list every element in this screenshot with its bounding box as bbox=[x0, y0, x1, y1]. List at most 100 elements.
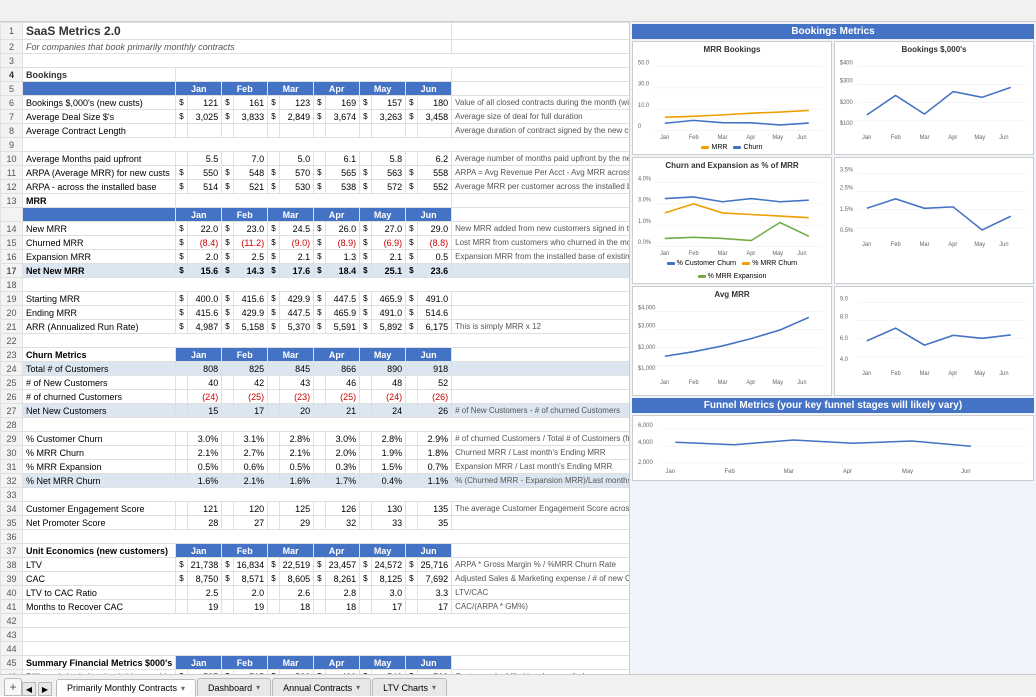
bookings-row-2: 7 Average Deal Size $'s $3,025 $3,833 $2… bbox=[1, 110, 631, 124]
svg-text:6,000: 6,000 bbox=[638, 423, 653, 429]
toolbar bbox=[0, 0, 1036, 22]
pct-net-mrr-churn: 32 % Net MRR Churn 1.6% 2.1% 1.6% 1.7% 0… bbox=[1, 474, 631, 488]
churn-expansion-chart: Churn and Expansion as % of MRR 4.0% 3.0… bbox=[632, 157, 832, 284]
bookings-header-row: 4 Bookings bbox=[1, 68, 631, 82]
row-28: 28 bbox=[1, 418, 631, 432]
charts-panel: Bookings Metrics MRR Bookings 50.0 30.0 … bbox=[630, 22, 1036, 674]
svg-text:May: May bbox=[902, 469, 913, 474]
tab-ltv-charts[interactable]: LTV Charts ▾ bbox=[372, 678, 447, 696]
main-area: 1 SaaS Metrics 2.0 2 For companies that … bbox=[0, 22, 1036, 674]
row-num-1: 1 bbox=[1, 23, 23, 40]
tab-chevron-2: ▾ bbox=[256, 683, 260, 692]
tab-nav-left[interactable]: ◀ bbox=[22, 682, 36, 696]
svg-text:$3,000: $3,000 bbox=[638, 323, 656, 329]
svg-text:4.0%: 4.0% bbox=[638, 176, 652, 182]
bookings-note-col bbox=[452, 82, 630, 96]
svg-text:Apr: Apr bbox=[948, 242, 957, 248]
svg-text:Jan: Jan bbox=[862, 135, 871, 141]
bookings-svg: $400 $300 $200 $100 Jan Feb Mar Apr May … bbox=[838, 56, 1030, 141]
svg-text:4.0: 4.0 bbox=[840, 357, 849, 363]
tab-dashboard-label: Dashboard bbox=[208, 683, 252, 693]
svg-text:10.0: 10.0 bbox=[638, 103, 650, 109]
tab-primarily-monthly[interactable]: Primarily Monthly Contracts ▾ bbox=[56, 679, 196, 697]
row-num-6: 6 bbox=[1, 96, 23, 110]
bookings-chart-title: Bookings $,000's bbox=[838, 45, 1030, 54]
svg-text:Feb: Feb bbox=[891, 242, 902, 248]
bookings-row-3: 8 Average Contract Length Average durati… bbox=[1, 124, 631, 138]
months-recover: 41 Months to Recover CAC 19 19 18 18 17 … bbox=[1, 600, 631, 614]
svg-text:Apr: Apr bbox=[746, 251, 755, 257]
funnel-svg: 6,000 4,000 2,000 Jan Feb Mar Apr May Ju… bbox=[636, 419, 1030, 474]
row-9: 9 bbox=[1, 138, 631, 152]
bookings-header-empty bbox=[176, 68, 452, 82]
ltv: 38 LTV $21,738 $16,834 $22,519 $23,457 $… bbox=[1, 558, 631, 572]
subtitle-empty bbox=[452, 40, 630, 54]
svg-text:Feb: Feb bbox=[689, 251, 700, 257]
mrr-new: 14 New MRR $22.0 $23.0 $24.5 $26.0 $27.0… bbox=[1, 222, 631, 236]
svg-text:Jun: Jun bbox=[797, 135, 806, 141]
svg-text:$400: $400 bbox=[840, 60, 853, 66]
svg-text:Jun: Jun bbox=[999, 371, 1008, 377]
svg-text:Feb: Feb bbox=[689, 380, 700, 386]
tab-nav-right[interactable]: ▶ bbox=[38, 682, 52, 696]
tab-dashboard[interactable]: Dashboard ▾ bbox=[197, 678, 271, 696]
legend-mrr: MRR bbox=[701, 144, 727, 151]
svg-text:1.0%: 1.0% bbox=[638, 219, 652, 225]
churn-header: 23 Churn Metrics Jan Feb Mar Apr May Jun bbox=[1, 348, 631, 362]
row-num-4: 4 bbox=[1, 68, 23, 82]
net-customers: 27 Net New Customers 15 17 20 21 24 26 #… bbox=[1, 404, 631, 418]
svg-text:May: May bbox=[974, 242, 986, 248]
ltv-cac: 40 LTV to CAC Ratio 2.5 2.0 2.6 2.8 3.0 … bbox=[1, 586, 631, 600]
avg-mrr-title: Avg MRR bbox=[636, 290, 828, 299]
tab-chevron-1: ▾ bbox=[181, 684, 185, 693]
svg-text:Mar: Mar bbox=[920, 135, 930, 141]
tab-navigation: ◀ ▶ bbox=[22, 682, 52, 696]
engagement-score: 34 Customer Engagement Score 121 120 125… bbox=[1, 502, 631, 516]
svg-text:$300: $300 bbox=[840, 78, 853, 84]
svg-text:Mar: Mar bbox=[718, 135, 728, 141]
svg-text:6.0: 6.0 bbox=[840, 336, 849, 342]
svg-text:Jan: Jan bbox=[660, 251, 669, 257]
row-num-2: 2 bbox=[1, 40, 23, 54]
net-mrr-churn-svg: 3.5% 2.5% 1.5% 0.5% Jan Feb Mar Apr May … bbox=[838, 163, 1030, 248]
svg-text:Apr: Apr bbox=[746, 380, 755, 386]
bookings-mar: Mar bbox=[268, 82, 314, 96]
svg-text:Mar: Mar bbox=[718, 380, 728, 386]
svg-text:3.5%: 3.5% bbox=[840, 167, 854, 173]
svg-text:4,000: 4,000 bbox=[638, 440, 653, 446]
row-36: 36 bbox=[1, 530, 631, 544]
add-sheet-button[interactable]: + bbox=[4, 678, 22, 696]
svg-text:Jan: Jan bbox=[862, 242, 871, 248]
row-num-3: 3 bbox=[1, 54, 23, 68]
avg-mrr2-svg: 9.0 8.0 6.0 4.0 Jan Feb Mar Apr May Jun bbox=[838, 292, 1030, 377]
row-33: 33 bbox=[1, 488, 631, 502]
tab-primarily-monthly-label: Primarily Monthly Contracts bbox=[67, 683, 177, 693]
svg-text:Mar: Mar bbox=[784, 469, 794, 474]
svg-text:30.0: 30.0 bbox=[638, 82, 650, 88]
unit-econ-header: 37 Unit Economics (new customers) Jan Fe… bbox=[1, 544, 631, 558]
churn-expansion-title: Churn and Expansion as % of MRR bbox=[636, 161, 828, 170]
svg-text:Feb: Feb bbox=[725, 469, 736, 474]
bookings-apr: Apr bbox=[314, 82, 360, 96]
svg-text:$200: $200 bbox=[840, 100, 853, 106]
starting-mrr: 19 Starting MRR $400.0 $415.6 $429.9 $44… bbox=[1, 292, 631, 306]
empty-3 bbox=[23, 54, 631, 68]
svg-text:Apr: Apr bbox=[746, 135, 755, 141]
churned-customers: 26 # of churned Customers (24) (25) (23)… bbox=[1, 390, 631, 404]
row-3: 3 bbox=[1, 54, 631, 68]
mrr-header-row: 13 MRR bbox=[1, 194, 631, 208]
svg-text:May: May bbox=[974, 371, 986, 377]
legend-dot-mrr bbox=[701, 146, 709, 149]
pct-mrr-churn: 30 % MRR Churn 2.1% 2.7% 2.1% 2.0% 1.9% … bbox=[1, 446, 631, 460]
svg-text:$4,000: $4,000 bbox=[638, 305, 656, 311]
mrr-churned: 15 Churned MRR $(8.4) $(11.2) $(9.0) $(8… bbox=[1, 236, 631, 250]
svg-text:2,000: 2,000 bbox=[638, 460, 653, 466]
tab-annual-contracts[interactable]: Annual Contracts ▾ bbox=[272, 678, 371, 696]
svg-text:Jun: Jun bbox=[961, 469, 971, 474]
note-6: Value of all closed contracts during the… bbox=[452, 96, 630, 110]
svg-text:$1,000: $1,000 bbox=[638, 366, 656, 372]
mrr-month-row: Jan Feb Mar Apr May Jun bbox=[1, 208, 631, 222]
ending-mrr: 20 Ending MRR $415.6 $429.9 $447.5 $465.… bbox=[1, 306, 631, 320]
svg-text:Jan: Jan bbox=[660, 380, 669, 386]
spreadsheet-subtitle: For companies that book primarily monthl… bbox=[23, 40, 452, 54]
